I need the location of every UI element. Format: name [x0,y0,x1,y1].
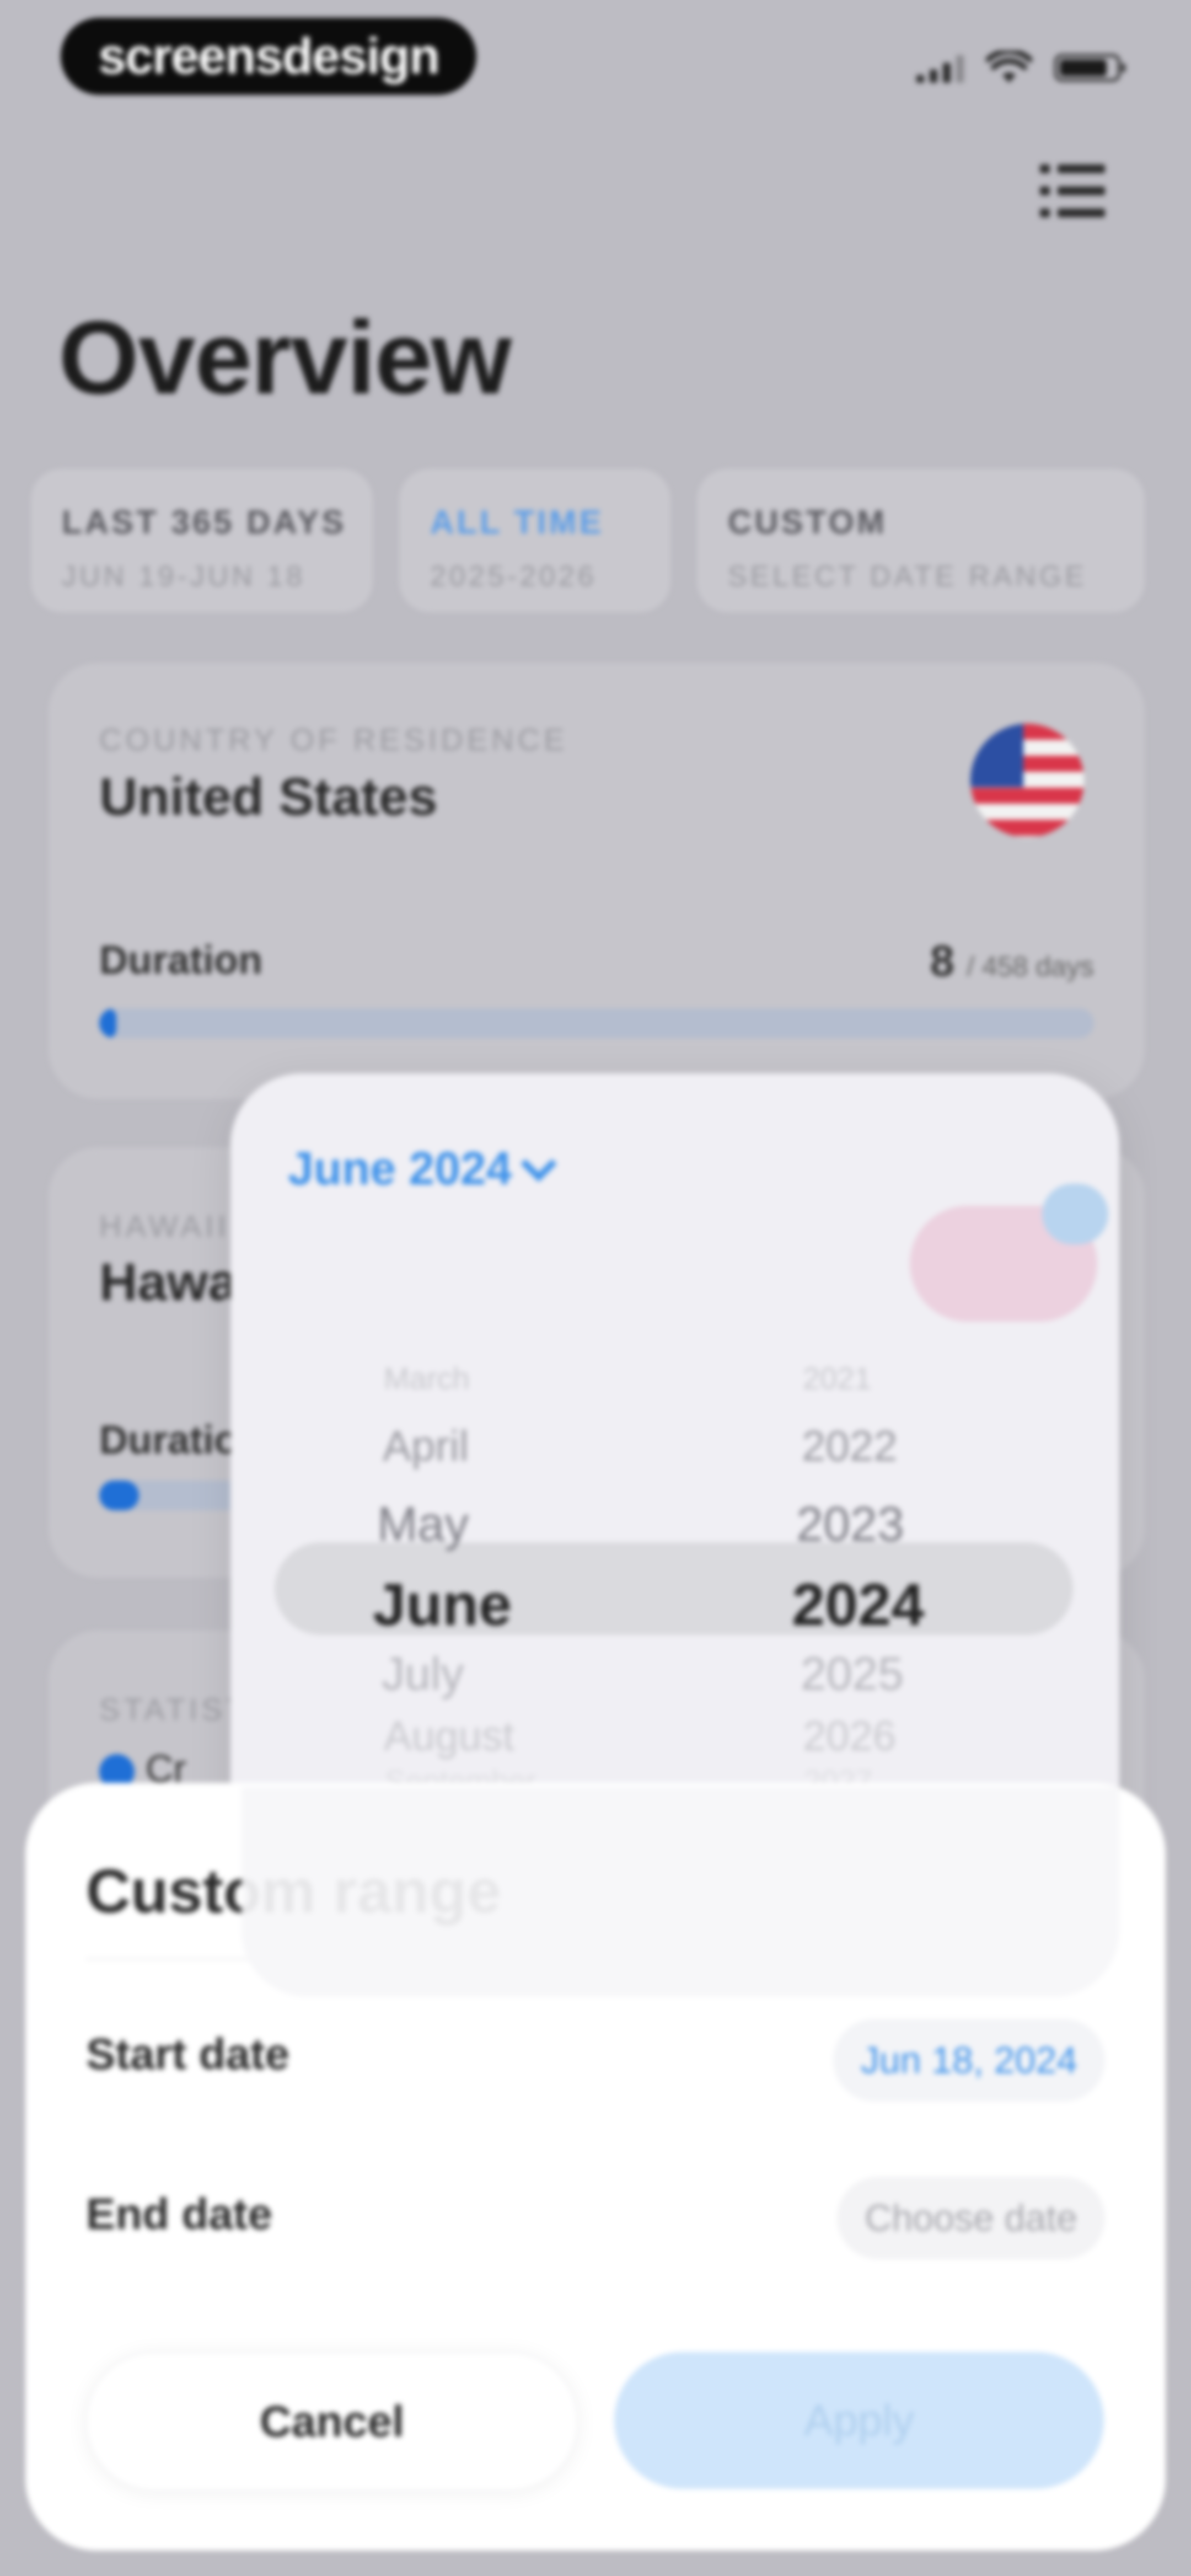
chip-title: LAST 365 DAYS [62,504,347,541]
chip-subtitle: 2025-2026 [430,560,597,592]
card-label: HAWAII [99,1209,230,1243]
month-option[interactable]: April [383,1421,469,1471]
brand-logo: screensdesign [61,18,476,95]
year-option[interactable]: 2021 [803,1360,872,1396]
year-option[interactable]: 2022 [802,1421,898,1471]
duration-label: Duration [99,938,262,982]
start-date-label: Start date [86,2029,289,2078]
filter-all-time[interactable]: ALL TIME 2025-2026 [399,469,670,612]
chip-subtitle: SELECT DATE RANGE [728,560,1087,592]
list-menu-button[interactable] [1040,164,1105,220]
year-option[interactable]: 2026 [803,1712,896,1760]
us-flag-icon [970,724,1084,837]
duration-progress-bar [99,1008,1094,1038]
year-option[interactable]: 2025 [801,1647,904,1701]
filter-custom[interactable]: CUSTOM SELECT DATE RANGE [697,469,1145,612]
month-option[interactable]: June [373,1570,512,1639]
month-option[interactable]: March [384,1360,470,1396]
decorative-blob [1042,1184,1108,1244]
page-title: Overview [58,300,512,415]
start-date-button[interactable]: Jun 18, 2024 [833,2019,1105,2102]
duration-progress-fill [99,1481,140,1510]
filter-last-365-days[interactable]: LAST 365 DAYS JUN 19-JUN 18 [31,469,373,612]
picker-frost-overlay [242,1787,1119,1997]
list-icon [1040,164,1105,173]
chevron-down-icon [521,1146,557,1182]
card-label: COUNTRY OF RESIDENCE [99,722,568,757]
picker-header[interactable]: June 2024 [288,1142,557,1195]
country-name: United States [99,767,438,826]
wifi-icon [986,51,1032,83]
chip-title: CUSTOM [728,504,887,541]
picker-header-label: June 2024 [288,1142,512,1194]
chip-title: ALL TIME [430,504,604,541]
duration-value: 8 / 458 days [930,936,1094,986]
duration-count: 8 [930,936,955,985]
month-option[interactable]: July [382,1647,464,1701]
duration-progress-fill [99,1008,116,1038]
duration-total: / 458 days [967,951,1094,982]
apply-button[interactable]: Apply [614,2352,1104,2489]
end-date-button[interactable]: Choose date [837,2177,1105,2259]
year-option[interactable]: 2023 [796,1496,904,1552]
chip-subtitle: JUN 19-JUN 18 [62,560,306,592]
status-icons [916,51,1125,85]
residence-card[interactable]: COUNTRY OF RESIDENCE United States Durat… [49,663,1145,1099]
year-option[interactable]: 2024 [792,1570,924,1639]
month-option[interactable]: May [377,1496,469,1552]
battery-icon [1054,54,1125,82]
cancel-button[interactable]: Cancel [86,2352,578,2491]
month-option[interactable]: August [384,1712,514,1760]
signal-icon [916,53,964,83]
end-date-label: End date [86,2189,272,2238]
